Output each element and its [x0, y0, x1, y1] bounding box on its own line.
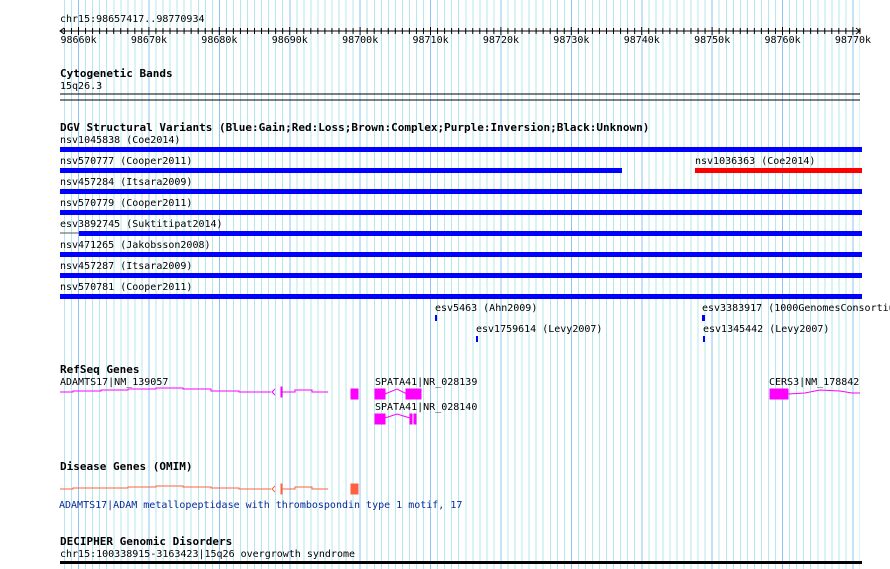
variant-label[interactable]: nsv570779 (Cooper2011)	[60, 198, 192, 209]
decipher-title: DECIPHER Genomic Disorders	[60, 535, 233, 548]
variant-bar	[435, 315, 437, 321]
ruler-tick-label: 98690k	[271, 35, 308, 46]
omim-gene-model[interactable]	[60, 483, 359, 495]
ruler-tick-label: 98750k	[694, 35, 731, 46]
ruler-tick-label: 98680k	[201, 35, 238, 46]
variant-bar	[695, 168, 862, 173]
cytoband-title: Cytogenetic Bands	[60, 67, 173, 80]
ruler-tick-label: 98700k	[342, 35, 379, 46]
ruler-tick-label: 98670k	[130, 35, 168, 46]
ruler-axis	[59, 27, 861, 35]
gene-label[interactable]: ADAMTS17|NM_139057	[60, 377, 168, 388]
gene-label[interactable]: SPATA41|NR_028140	[375, 402, 477, 413]
variant-label[interactable]: nsv570781 (Cooper2011)	[60, 282, 192, 293]
dgv-title: DGV Structural Variants (Blue:Gain;Red:L…	[60, 121, 650, 134]
variant-bar	[60, 252, 862, 257]
variant-bar	[702, 315, 705, 321]
ruler-tick-label: 98720k	[482, 35, 520, 46]
ruler-tick-label: 98770k	[834, 35, 872, 46]
variant-label[interactable]: nsv457284 (Itsara2009)	[60, 177, 192, 188]
omim-gene-label[interactable]: ADAMTS17|ADAM metallopeptidase with thro…	[59, 500, 462, 511]
ruler-tick-label: 98760k	[764, 35, 801, 46]
decipher-label[interactable]: chr15:100338915-3163423|15q26 overgrowth…	[60, 549, 355, 560]
omim-title: Disease Genes (OMIM)	[60, 460, 193, 473]
variant-label[interactable]: nsv1045838 (Coe2014)	[60, 135, 180, 146]
cytoband-label: 15q26.3	[60, 81, 103, 92]
variant-bar	[60, 294, 862, 299]
variant-label[interactable]: esv3383917 (1000GenomesConsortiu	[702, 303, 890, 314]
variant-bar	[60, 189, 862, 194]
variant-label[interactable]: esv1345442 (Levy2007)	[703, 324, 829, 335]
refseq-title: RefSeq Genes	[60, 363, 140, 376]
variant-bar	[476, 336, 478, 342]
variant-label[interactable]: nsv471265 (Jakobsson2008)	[60, 240, 211, 251]
gene-label[interactable]: SPATA41|NR_028139	[375, 377, 477, 388]
variant-label[interactable]: nsv570777 (Cooper2011)	[60, 156, 192, 167]
ruler-tick-label: 98710k	[412, 35, 449, 46]
ruler-position: chr15:98657417..98770934	[60, 14, 205, 25]
gene-label[interactable]: CERS3|NM_178842	[769, 377, 859, 388]
ruler-tick-label: 98730k	[553, 35, 590, 46]
variant-label[interactable]: esv5463 (Ahn2009)	[435, 303, 537, 314]
variant-label[interactable]: nsv457287 (Itsara2009)	[60, 261, 192, 272]
variant-label[interactable]: esv3892745 (Suktitipat2014)	[60, 219, 223, 230]
variant-bar	[60, 210, 862, 215]
ruler-tick-label: 98660k	[60, 35, 97, 46]
variant-bar	[60, 168, 622, 173]
variant-bar	[60, 147, 862, 152]
ruler-tick-label: 98740k	[623, 35, 660, 46]
variant-bar	[703, 336, 705, 342]
variant-bar	[60, 273, 862, 278]
variant-bar	[79, 231, 862, 236]
variant-label[interactable]: esv1759614 (Levy2007)	[476, 324, 602, 335]
decipher-bar[interactable]	[60, 561, 862, 564]
variant-label[interactable]: nsv1036363 (Coe2014)	[695, 156, 815, 167]
